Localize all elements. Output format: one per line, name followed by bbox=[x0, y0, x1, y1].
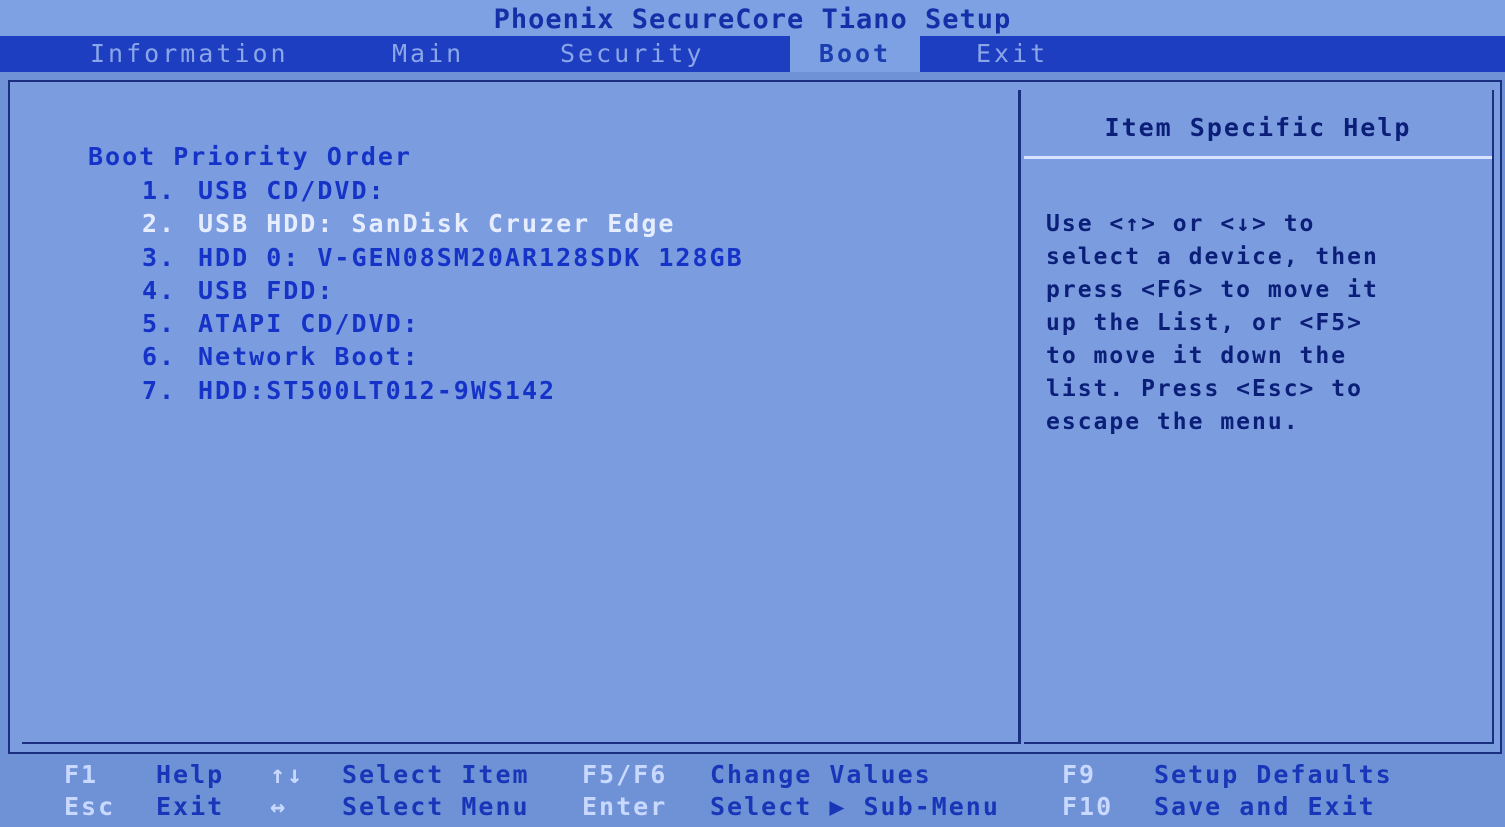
boot-item-label: Network Boot: bbox=[198, 342, 420, 372]
enter-key: Enter bbox=[582, 792, 668, 821]
tab-boot[interactable]: Boot bbox=[790, 36, 920, 72]
help-title: Item Specific Help bbox=[1024, 90, 1492, 159]
menu-bar: Information Main Security Boot Exit bbox=[0, 36, 1505, 72]
tab-security[interactable]: Security bbox=[560, 36, 704, 72]
boot-item-6[interactable]: 6. Network Boot: bbox=[142, 340, 744, 373]
boot-item-4[interactable]: 4. USB FDD: bbox=[142, 274, 744, 307]
boot-item-number: 2. bbox=[142, 209, 177, 239]
boot-item-label: ATAPI CD/DVD: bbox=[198, 309, 420, 339]
boot-priority-title: Boot Priority Order bbox=[88, 142, 412, 171]
boot-item-7[interactable]: 7. HDD:ST500LT012-9WS142 bbox=[142, 374, 744, 407]
boot-item-2[interactable]: 2. USB HDD: SanDisk Cruzer Edge bbox=[142, 207, 744, 240]
f1-key: F1 bbox=[64, 760, 99, 789]
tab-information[interactable]: Information bbox=[90, 36, 289, 72]
f10-key: F10 bbox=[1062, 792, 1114, 821]
app-title: Phoenix SecureCore Tiano Setup bbox=[0, 0, 1505, 36]
boot-item-label: USB HDD: SanDisk Cruzer Edge bbox=[198, 209, 676, 239]
boot-item-label: HDD 0: V-GEN08SM20AR128SDK 128GB bbox=[198, 242, 744, 272]
f5f6-key: F5/F6 bbox=[582, 760, 668, 789]
setup-frame: Boot Priority Order 1. USB CD/DVD: 2. USB … bbox=[8, 80, 1502, 754]
help-panel: Item Specific Help Use <↑> or <↓> to sel… bbox=[1024, 90, 1494, 744]
f1-desc: Help bbox=[156, 760, 225, 789]
boot-item-label: USB CD/DVD: bbox=[198, 176, 386, 205]
boot-item-number: 3. bbox=[142, 242, 177, 272]
boot-item-number: 6. bbox=[142, 342, 177, 372]
esc-key: Esc bbox=[64, 792, 116, 821]
boot-item-number: 7. bbox=[142, 375, 177, 405]
tab-main[interactable]: Main bbox=[392, 36, 464, 72]
boot-panel: Boot Priority Order 1. USB CD/DVD: 2. USB … bbox=[22, 90, 1021, 744]
key-legend: F1 Help Esc Exit ↑↓ Select Item ↔ Select… bbox=[0, 758, 1505, 827]
tab-exit[interactable]: Exit bbox=[976, 36, 1048, 72]
f9-key: F9 bbox=[1062, 760, 1097, 789]
boot-item-3[interactable]: 3. HDD 0: V-GEN08SM20AR128SDK 128GB bbox=[142, 241, 744, 274]
boot-item-1[interactable]: 1. USB CD/DVD: bbox=[142, 174, 744, 207]
help-text: Use <↑> or <↓> to select a device, then … bbox=[1046, 211, 1379, 435]
boot-item-label: USB FDD: bbox=[198, 275, 335, 305]
boot-item-5[interactable]: 5. ATAPI CD/DVD: bbox=[142, 307, 744, 340]
f5f6-desc: Change Values bbox=[710, 760, 932, 789]
leftright-desc: Select Menu bbox=[342, 792, 530, 821]
enter-desc: Select ▶ Sub-Menu bbox=[710, 792, 1000, 821]
esc-desc: Exit bbox=[156, 792, 225, 821]
up-down-arrows-icon: ↑↓ bbox=[270, 760, 305, 789]
left-right-arrows-icon: ↔ bbox=[270, 792, 288, 821]
f10-desc: Save and Exit bbox=[1154, 792, 1376, 821]
f9-desc: Setup Defaults bbox=[1154, 760, 1393, 789]
boot-item-number: 1. bbox=[142, 176, 177, 205]
boot-item-number: 4. bbox=[142, 275, 177, 305]
boot-priority-list: 1. USB CD/DVD: 2. USB HDD: SanDisk Cruzer … bbox=[142, 174, 744, 407]
boot-item-number: 5. bbox=[142, 309, 177, 339]
boot-item-label: HDD:ST500LT012-9WS142 bbox=[198, 375, 557, 405]
updown-desc: Select Item bbox=[342, 760, 530, 789]
